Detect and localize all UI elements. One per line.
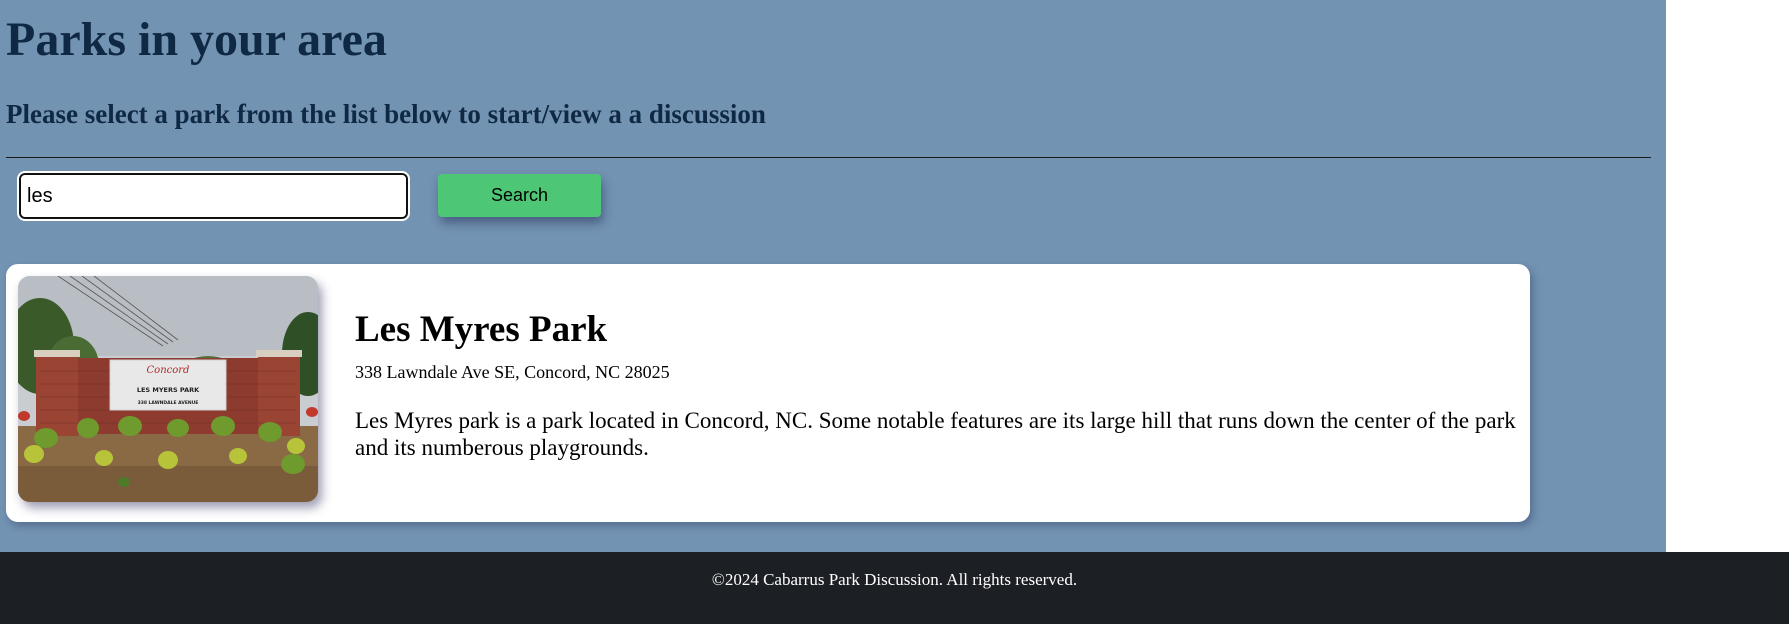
park-address: 338 Lawndale Ave SE, Concord, NC 28025 [355,362,670,382]
park-card[interactable]: Concord LES MYERS PARK 338 LAWNDALE AVEN… [6,264,1530,522]
divider [6,157,1651,158]
search-input[interactable] [17,171,410,221]
sign-address-text: 338 LAWNDALE AVENUE [138,400,199,406]
park-image[interactable]: Concord LES MYERS PARK 338 LAWNDALE AVEN… [18,276,318,502]
footer: ©2024 Cabarrus Park Discussion. All righ… [0,552,1789,624]
sign-brand-text: Concord [147,365,190,376]
park-name[interactable]: Les Myres Park [355,306,607,354]
search-button[interactable]: Search [438,174,601,217]
page-title: Parks in your area [6,13,387,66]
footer-copyright: ©2024 Cabarrus Park Discussion. All righ… [711,570,1078,589]
page-subtitle: Please select a park from the list below… [6,99,766,129]
sign-park-name-text: LES MYERS PARK [137,386,200,394]
main-content: Parks in your area Please select a park … [0,0,1666,552]
park-description: Les Myres park is a park located in Conc… [355,408,1516,460]
